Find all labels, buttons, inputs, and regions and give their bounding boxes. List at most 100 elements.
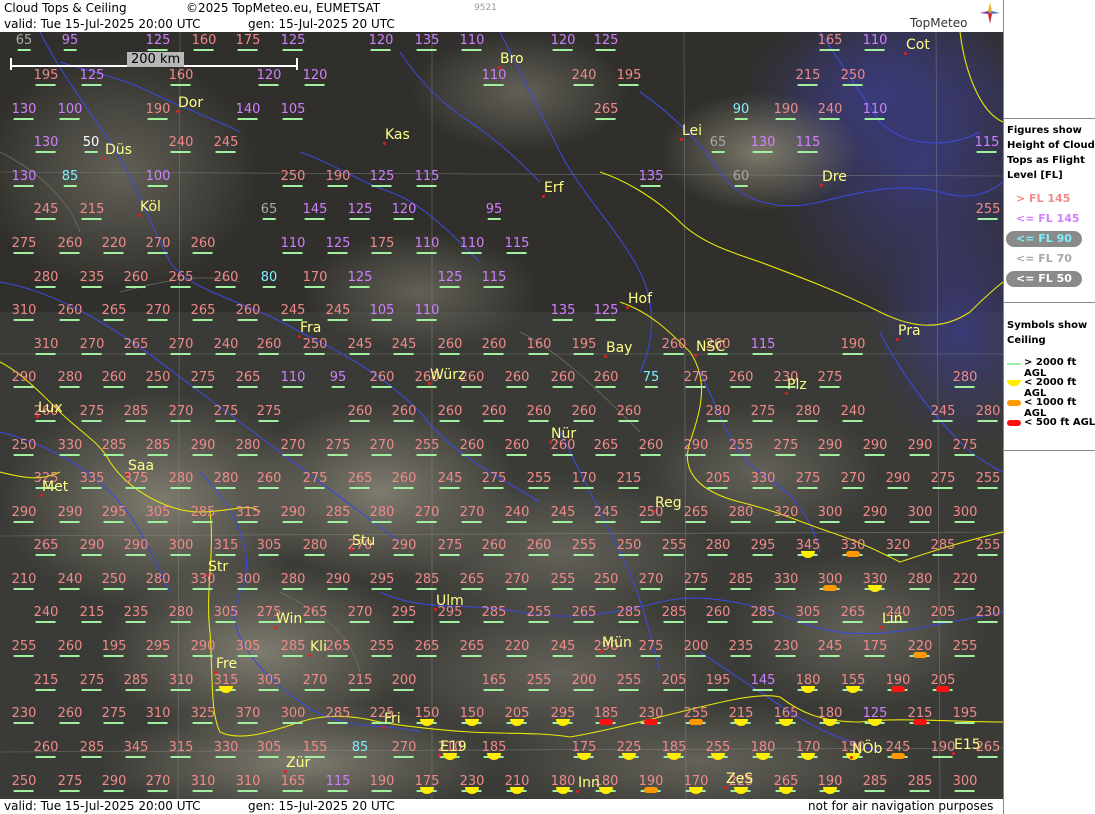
ceiling-symbol-yellow [801,753,815,760]
cloud-top-value: 110 [460,237,484,254]
cloud-top-value: 285 [482,606,506,623]
cloud-top-value: 255 [976,472,1000,489]
cloud-top-value: 260 [257,472,281,489]
cloud-top-value: 130 [12,103,36,120]
cloud-top-value: 195 [34,69,58,86]
cloud-top-value: 115 [751,338,775,355]
satellite-map[interactable]: 65 95 125 160 175 125 120 135 110 120 125 165 110 195… [0,32,1003,799]
cloud-top-value: 85 [352,741,368,758]
cloud-top-value: 275 [774,439,798,456]
cloud-top-value: 245 [551,640,575,657]
cloud-top-value: 260 [214,271,238,288]
cloud-top-value: 305 [257,741,281,758]
disclaimer-text: not for air navigation purposes [808,799,994,813]
cloud-top-value: 275 [102,707,126,724]
cloud-top-value: 170 [572,472,596,489]
cloud-top-value: 120 [392,203,416,220]
cloud-top-value: 125 [326,237,350,254]
cloud-top-value: 270 [146,775,170,792]
ceiling-symbol-yellow [711,753,725,760]
cloud-top-value: 165 [281,775,305,792]
cloud-top-value: 255 [370,640,394,657]
ceiling-symbol-red [936,686,950,692]
cloud-top-value: 65 [261,203,277,220]
cloud-top-value: 125 [594,34,618,51]
cloud-top-value: 120 [303,69,327,86]
city-label: Bay [606,340,633,356]
topmeteo-logo: TopMeteo [908,2,1000,30]
cloud-top-value: 315 [169,741,193,758]
ceiling-symbol-yellow [734,719,748,726]
cloud-top-value: 125 [348,271,372,288]
cloud-top-value: 245 [392,338,416,355]
cloud-top-value: 250 [102,573,126,590]
cloud-top-value: 330 [214,741,238,758]
cloud-top-value: 260 [58,237,82,254]
cloud-top-value: 310 [169,674,193,691]
cloud-top-value: 305 [257,539,281,556]
city-label: Dor [178,95,204,111]
cloud-top-value: 135 [415,34,439,51]
legend-item: <= FL 145 [1016,212,1080,225]
cloud-top-value: 130 [34,136,58,153]
legend-symbol-yellow [1007,380,1021,386]
copyright-text: ©2025 TopMeteo.eu, EUMETSAT [186,1,381,15]
ceiling-symbol-yellow [779,787,793,794]
cloud-top-value: 290 [58,506,82,523]
cloud-top-value: 285 [729,573,753,590]
ceiling-symbol-yellow [801,551,815,558]
cloud-top-value: 275 [684,371,708,388]
cloud-top-value: 135 [639,170,663,187]
cloud-top-value: 285 [931,539,955,556]
cloud-top-value: 190 [326,170,350,187]
cloud-top-value: 165 [818,34,842,51]
ceiling-symbol-yellow [556,787,570,794]
cloud-top-value: 265 [594,439,618,456]
cloud-top-value: 205 [706,472,730,489]
cloud-top-value: 170 [303,271,327,288]
cloud-top-value: 290 [908,439,932,456]
cloud-top-value: 245 [214,136,238,153]
cloud-top-value: 285 [415,573,439,590]
city-label: E19 [440,739,467,755]
cloud-top-value: 265 [460,573,484,590]
cloud-top-value: 275 [953,439,977,456]
ceiling-symbol-yellow [846,686,860,693]
cloud-top-value: 265 [303,606,327,623]
cloud-top-value: 220 [953,573,977,590]
city-label: Kas [385,127,410,143]
cloud-top-value: 240 [841,405,865,422]
footer-bar: valid: Tue 15-Jul-2025 20:00 UTC gen: 15… [0,799,1003,814]
cloud-top-value: 135 [551,304,575,321]
cloud-top-value: 215 [348,674,372,691]
city-label: Erf [544,180,564,196]
ceiling-symbol-yellow [556,719,570,726]
logo-text: TopMeteo [910,16,968,30]
cloud-top-value: 120 [257,69,281,86]
cloud-top-value: 215 [617,472,641,489]
cloud-top-value: 275 [818,371,842,388]
cloud-top-value: 290 [191,640,215,657]
cloud-top-value: 285 [908,775,932,792]
cloud-top-value: 95 [486,203,502,220]
city-label: Saa [128,458,155,474]
cloud-top-value: 260 [58,707,82,724]
cloud-top-value: 270 [169,338,193,355]
cloud-top-value: 160 [192,34,216,51]
city-label: Fre [216,656,238,672]
cloud-top-value: 260 [482,338,506,355]
cloud-top-value: 275 [482,472,506,489]
cloud-top-value: 260 [58,640,82,657]
cloud-top-value: 110 [415,237,439,254]
cloud-top-value: 275 [257,405,281,422]
cloud-top-value: 195 [617,69,641,86]
cloud-top-value: 285 [80,741,104,758]
cloud-top-value: 295 [146,640,170,657]
cloud-top-value: 290 [392,539,416,556]
legend-sidebar: Figures show Height of Cloud Tops as Fli… [1003,0,1095,814]
cloud-top-value: 200 [392,674,416,691]
figures-title: Figures show Height of Cloud Tops as Fli… [1007,125,1095,181]
cloud-top-value: 345 [124,741,148,758]
cloud-top-value: 270 [169,405,193,422]
cloud-top-value: 275 [214,405,238,422]
